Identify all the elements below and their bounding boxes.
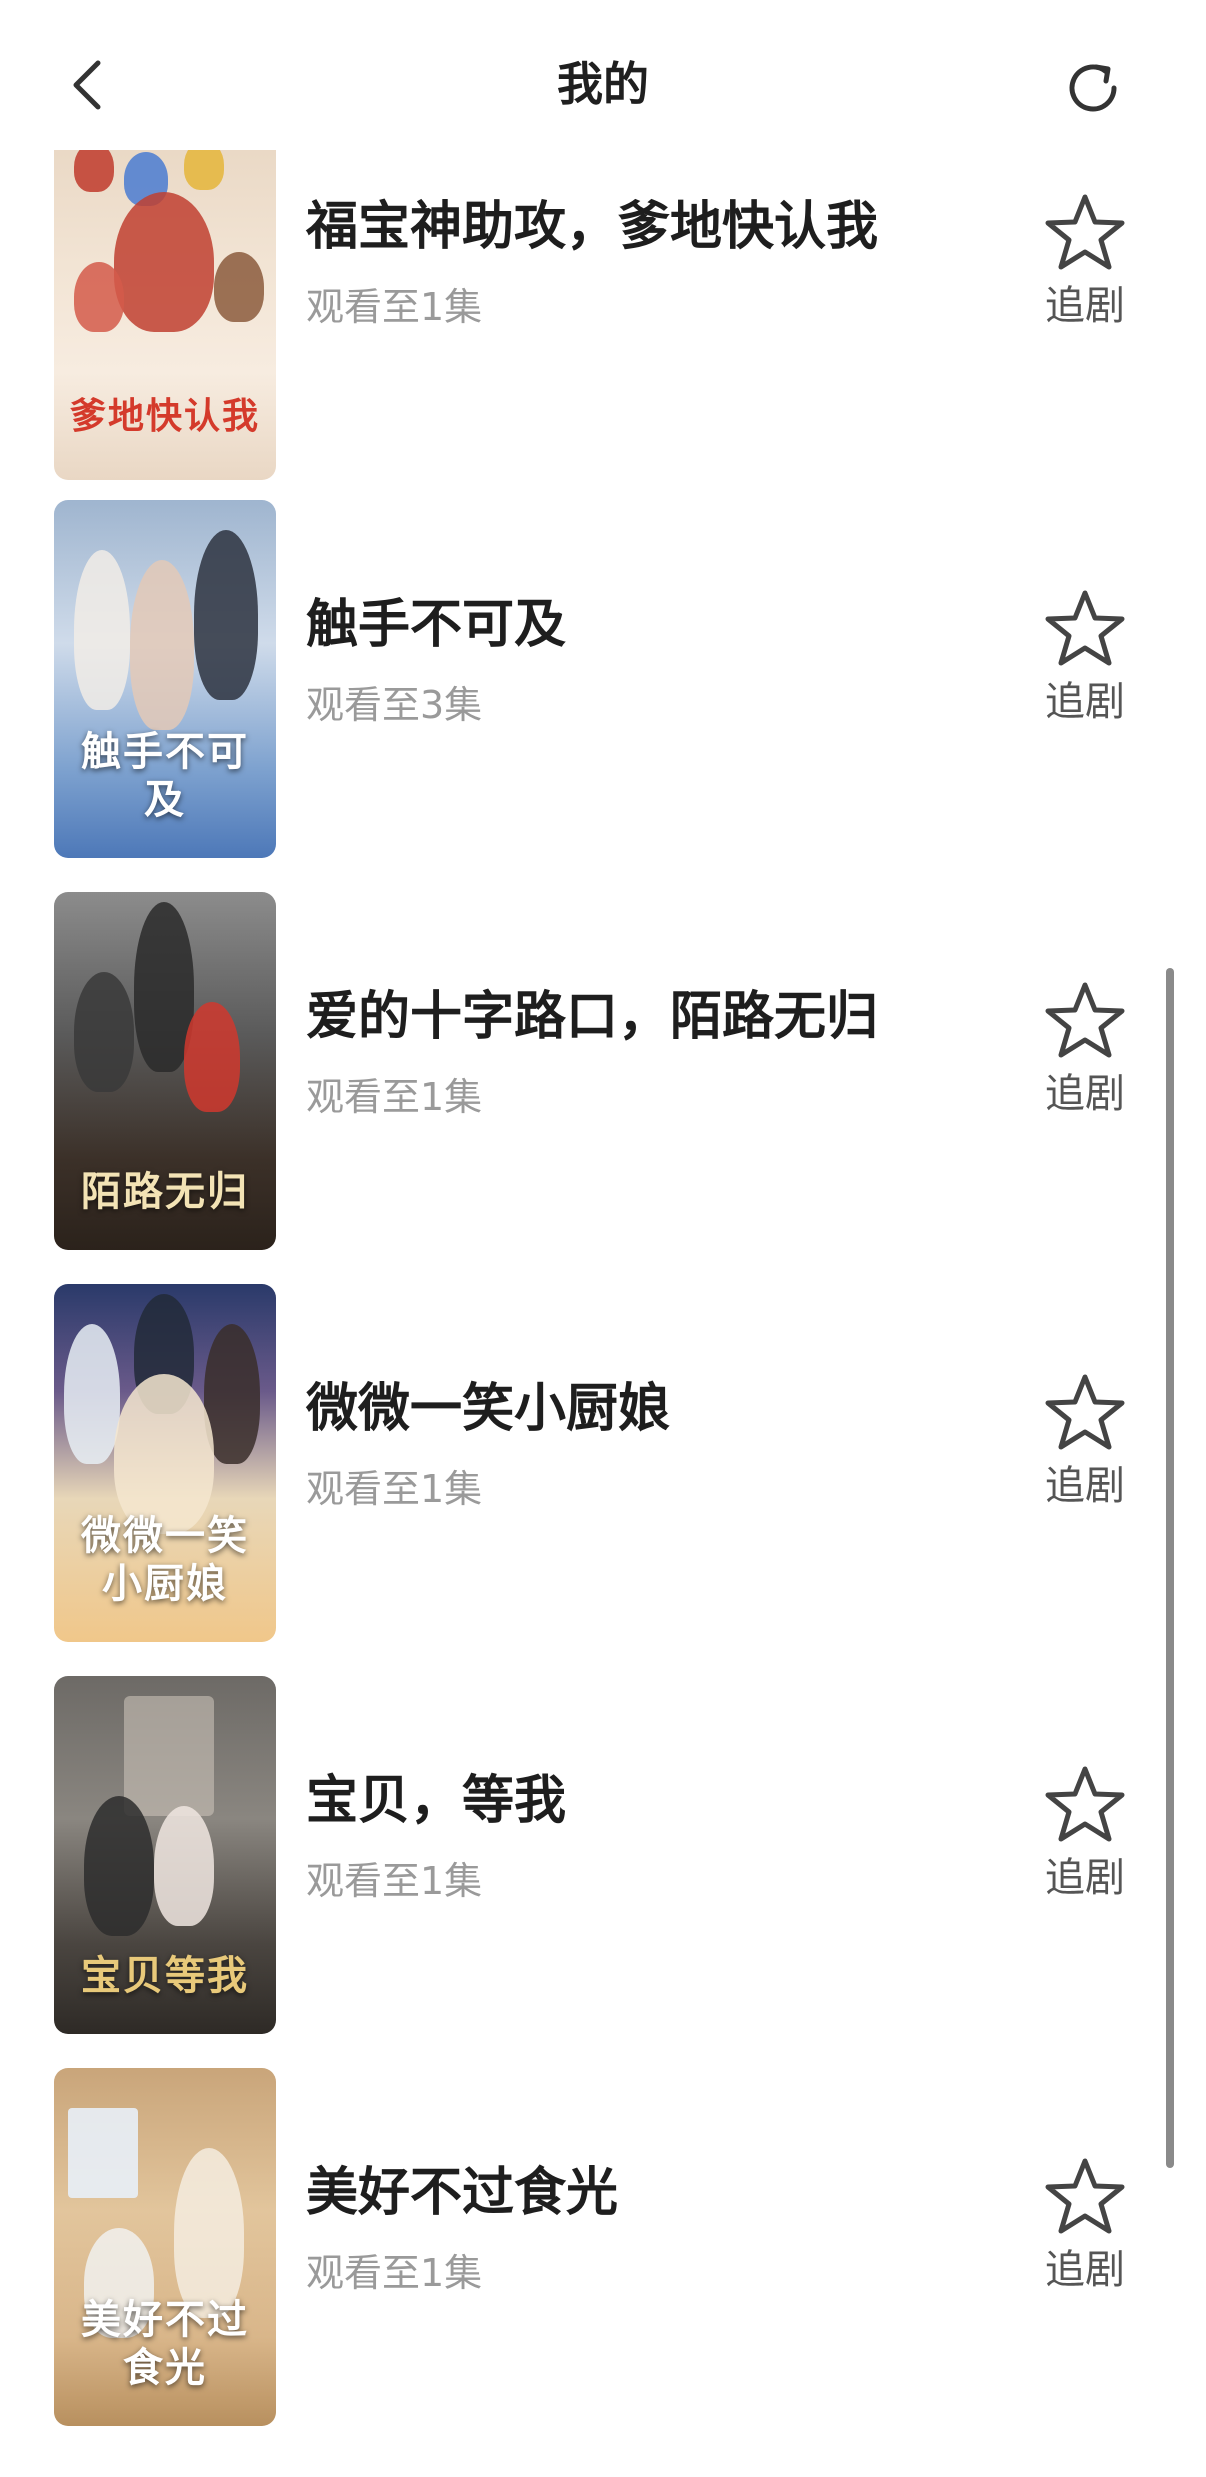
show-title: 爱的十字路口，陌路无归: [306, 987, 879, 1047]
follow-label: 追剧: [1045, 1855, 1125, 1901]
follow-button[interactable]: 追剧: [1035, 1372, 1135, 1514]
poster-title-art: 爹地快认我: [69, 395, 260, 437]
scrollbar[interactable]: [1166, 968, 1174, 2168]
star-icon: [1045, 982, 1125, 1058]
list-item[interactable]: 爹地快认我 福宝神助攻，爹地快认我 观看至1集 追剧: [0, 122, 1206, 482]
page-title: 我的: [557, 57, 649, 111]
show-title: 触手不可及: [306, 595, 567, 655]
watch-progress: 观看至1集: [306, 2251, 483, 2295]
follow-label: 追剧: [1045, 1463, 1125, 1509]
follow-button[interactable]: 追剧: [1035, 2156, 1135, 2298]
poster-title-art: 陌路无归: [81, 1168, 249, 1215]
show-title: 福宝神助攻，爹地快认我: [306, 197, 879, 257]
show-title: 微微一笑小厨娘: [306, 1379, 671, 1439]
list-item[interactable]: 陌路无归 爱的十字路口，陌路无归 观看至1集 追剧: [0, 892, 1206, 1252]
poster-image: 宝贝等我: [54, 1676, 276, 2034]
poster-title-art: 宝贝等我: [81, 1952, 249, 1999]
follow-label: 追剧: [1045, 2247, 1125, 2293]
follow-label: 追剧: [1045, 1071, 1125, 1117]
refresh-icon: [1069, 64, 1117, 112]
poster-image: 陌路无归: [54, 892, 276, 1250]
watch-progress: 观看至1集: [306, 1467, 483, 1511]
refresh-button[interactable]: [1060, 55, 1126, 121]
follow-button[interactable]: 追剧: [1035, 588, 1135, 730]
show-title: 宝贝，等我: [306, 1771, 567, 1831]
follow-button[interactable]: 追剧: [1035, 980, 1135, 1122]
watch-progress: 观看至1集: [306, 1075, 483, 1119]
watch-progress: 观看至1集: [306, 1859, 483, 1903]
follow-button[interactable]: 追剧: [1035, 192, 1135, 334]
list-item[interactable]: 美好不过 食光 美好不过食光 观看至1集 追剧: [0, 2068, 1206, 2428]
list-item[interactable]: 宝贝等我 宝贝，等我 观看至1集 追剧: [0, 1676, 1206, 2036]
list-item[interactable]: 微微一笑 小厨娘 微微一笑小厨娘 观看至1集 追剧: [0, 1284, 1206, 1644]
star-icon: [1045, 2158, 1125, 2234]
star-icon: [1045, 590, 1125, 666]
star-icon: [1045, 194, 1125, 270]
poster-image: 美好不过 食光: [54, 2068, 276, 2426]
follow-label: 追剧: [1045, 679, 1125, 725]
top-bar: 我的: [0, 0, 1206, 150]
poster-image: 微微一笑 小厨娘: [54, 1284, 276, 1642]
poster-image: 触手不可及: [54, 500, 276, 858]
watch-progress: 观看至1集: [306, 285, 483, 329]
star-icon: [1045, 1766, 1125, 1842]
show-title: 美好不过食光: [306, 2163, 619, 2223]
poster-title-art: 触手不可及: [81, 728, 249, 823]
watch-progress: 观看至3集: [306, 683, 483, 727]
list-item[interactable]: 触手不可及 触手不可及 观看至3集 追剧: [0, 500, 1206, 860]
poster-title-art: 微微一笑 小厨娘: [81, 1512, 249, 1607]
follow-label: 追剧: [1045, 283, 1125, 329]
follow-button[interactable]: 追剧: [1035, 1764, 1135, 1906]
star-icon: [1045, 1374, 1125, 1450]
poster-title-art: 美好不过 食光: [81, 2296, 249, 2391]
poster-image: 爹地快认我: [54, 122, 276, 480]
